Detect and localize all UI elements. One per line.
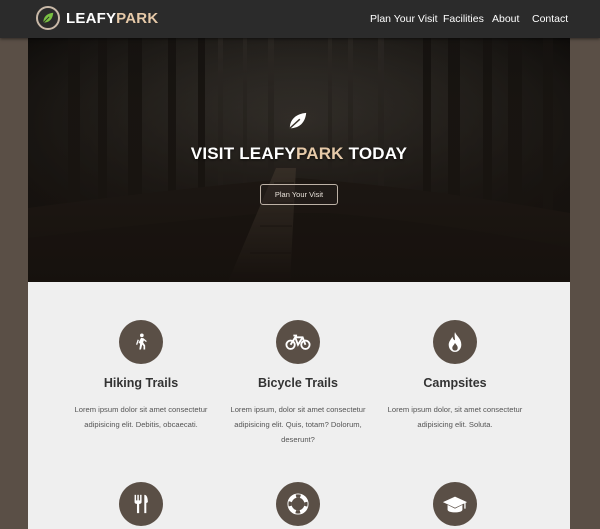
nav-link-facilities[interactable]: Facilities xyxy=(443,13,484,25)
hero-title-part1: VISIT LEAFY xyxy=(190,144,296,163)
feature-card xyxy=(370,482,540,526)
logo-leaf-icon[interactable] xyxy=(36,6,60,30)
feature-title: Campsites xyxy=(423,376,487,390)
nav-link-plan-your-visit[interactable]: Plan Your Visit xyxy=(370,13,438,25)
hero-section: VISIT LEAFYPARK TODAY Plan Your Visit xyxy=(28,38,570,282)
plan-your-visit-button[interactable]: Plan Your Visit xyxy=(260,184,338,205)
feature-description: Lorem ipsum dolor sit amet consectetur a… xyxy=(74,405,208,429)
utensils-icon xyxy=(119,482,163,526)
bicycle-icon xyxy=(276,320,320,364)
feature-card xyxy=(213,482,383,526)
leaf-icon xyxy=(287,111,309,136)
hero-title-part2: TODAY xyxy=(343,144,408,163)
features-section: Hiking Trails Lorem ipsum dolor sit amet… xyxy=(28,282,570,529)
brand-name-part1: LEAFY xyxy=(66,10,117,27)
feature-card: Campsites Lorem ipsum dolor, sit amet co… xyxy=(370,320,540,432)
feature-description: Lorem ipsum, dolor sit amet consectetur … xyxy=(230,405,366,444)
feature-description: Lorem ipsum dolor, sit amet consectetur … xyxy=(387,405,523,429)
hero-title-highlight: PARK xyxy=(295,144,344,163)
life-ring-icon xyxy=(276,482,320,526)
navbar: LEAFYPARK Plan Your Visit Facilities Abo… xyxy=(0,0,600,38)
feature-card: Bicycle Trails Lorem ipsum, dolor sit am… xyxy=(213,320,383,447)
fire-icon xyxy=(433,320,477,364)
feature-title: Hiking Trails xyxy=(103,376,179,390)
brand-logo[interactable]: LEAFYPARK xyxy=(66,10,158,27)
feature-title: Bicycle Trails xyxy=(258,376,338,390)
nav-link-about[interactable]: About xyxy=(492,13,519,25)
feature-card: Hiking Trails Lorem ipsum dolor sit amet… xyxy=(56,320,226,432)
hero-title: VISIT LEAFYPARK TODAY xyxy=(28,144,570,164)
brand-name-part2: PARK xyxy=(116,10,159,27)
hiking-icon xyxy=(119,320,163,364)
feature-card xyxy=(56,482,226,526)
graduation-cap-icon xyxy=(433,482,477,526)
nav-link-contact[interactable]: Contact xyxy=(532,13,568,25)
